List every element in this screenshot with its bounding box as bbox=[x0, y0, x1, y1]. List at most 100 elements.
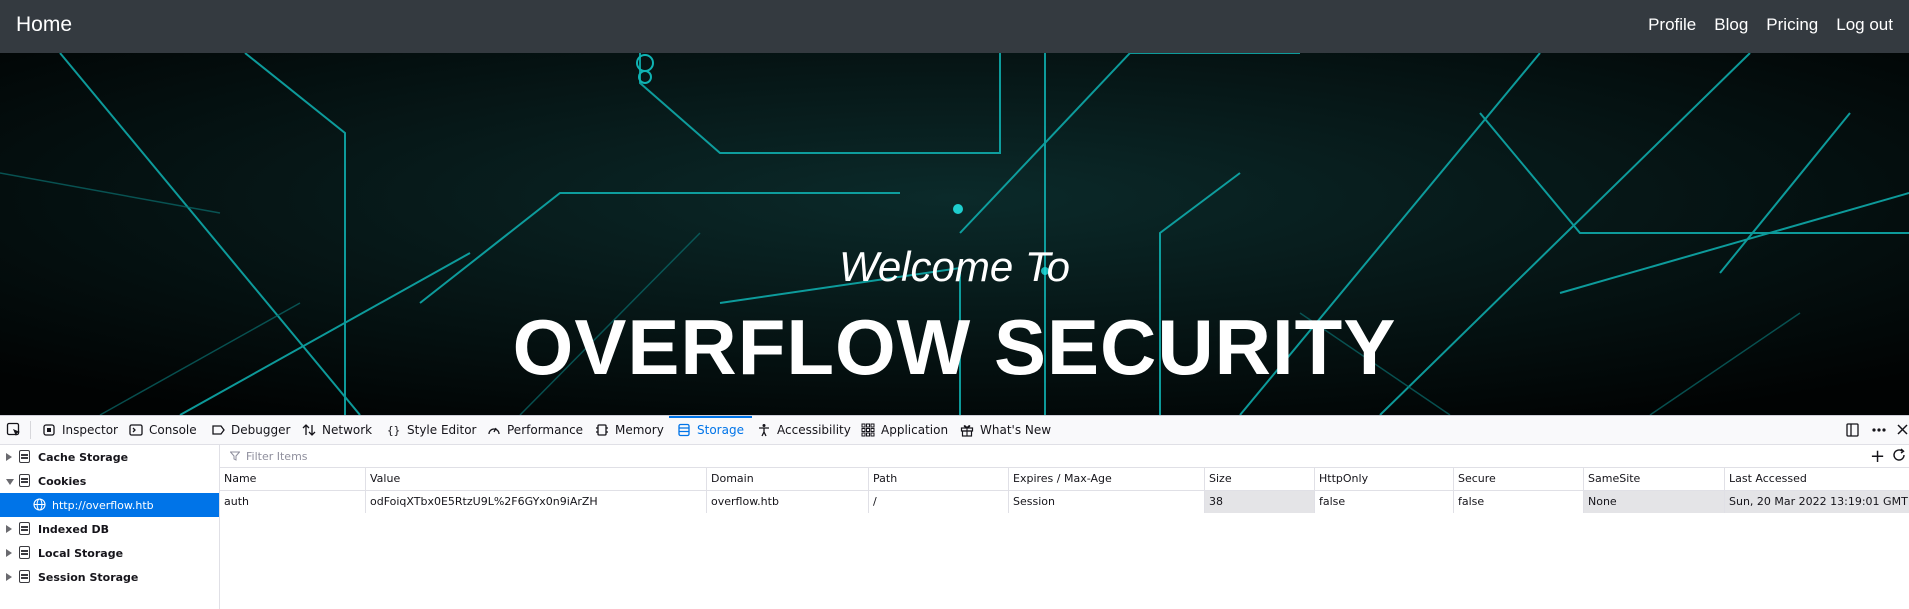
performance-icon bbox=[488, 427, 500, 435]
storage-icon bbox=[678, 423, 690, 437]
toolbar-separator bbox=[30, 421, 31, 439]
tab-label: Debugger bbox=[231, 423, 291, 437]
nav-link-blog[interactable]: Blog bbox=[1714, 15, 1748, 35]
tab-network[interactable]: Network bbox=[302, 416, 372, 444]
cell-secure[interactable]: false bbox=[1454, 491, 1584, 513]
cookie-table-header: Name Value Domain Path Expires / Max-Age… bbox=[220, 468, 1909, 491]
debugger-icon bbox=[212, 425, 225, 435]
storage-db-icon bbox=[19, 546, 30, 559]
tab-inspector[interactable]: Inspector bbox=[42, 416, 118, 444]
hero-banner: Welcome To OVERFLOW SECURITY bbox=[0, 53, 1909, 415]
tree-item-label: Cookies bbox=[38, 474, 87, 488]
tree-item-label: Local Storage bbox=[38, 546, 124, 560]
column-header-value[interactable]: Value bbox=[366, 468, 707, 490]
tab-application[interactable]: Application bbox=[861, 416, 948, 444]
tab-label: What's New bbox=[980, 423, 1052, 437]
nav-link-profile[interactable]: Profile bbox=[1648, 15, 1696, 35]
expand-arrow-icon[interactable] bbox=[6, 453, 12, 461]
tab-label: Performance bbox=[507, 423, 584, 437]
collapse-arrow-icon[interactable] bbox=[6, 479, 14, 485]
tab-label: Application bbox=[881, 423, 949, 437]
tab-label: Accessibility bbox=[777, 423, 851, 437]
tab-whats-new[interactable]: What's New bbox=[960, 416, 1051, 444]
style-editor-icon: {} bbox=[387, 424, 400, 437]
tree-item-local-storage[interactable]: Local Storage bbox=[0, 541, 219, 565]
tree-item-session-storage[interactable]: Session Storage bbox=[0, 565, 219, 589]
tree-item-indexed-db[interactable]: Indexed DB bbox=[0, 517, 219, 541]
tab-debugger[interactable]: Debugger bbox=[211, 416, 290, 444]
column-header-secure[interactable]: Secure bbox=[1454, 468, 1584, 490]
tab-accessibility[interactable]: Accessibility bbox=[757, 416, 851, 444]
column-header-expires[interactable]: Expires / Max-Age bbox=[1009, 468, 1205, 490]
column-header-samesite[interactable]: SameSite bbox=[1584, 468, 1725, 490]
tab-storage[interactable]: Storage bbox=[669, 416, 752, 444]
svg-text:{}: {} bbox=[387, 424, 400, 437]
tab-label: Memory bbox=[615, 423, 664, 437]
cell-expires[interactable]: Session bbox=[1009, 491, 1205, 513]
tab-console[interactable]: Console bbox=[129, 416, 197, 444]
application-icon bbox=[861, 423, 875, 437]
add-item-icon[interactable]: + bbox=[1870, 446, 1885, 467]
tab-label: Storage bbox=[697, 423, 744, 437]
storage-tree: Cache Storage Cookies http://overflow.ht… bbox=[0, 445, 220, 609]
expand-arrow-icon[interactable] bbox=[6, 525, 12, 533]
filter-icon bbox=[230, 451, 240, 461]
cell-name[interactable]: auth bbox=[220, 491, 366, 513]
column-header-httponly[interactable]: HttpOnly bbox=[1315, 468, 1454, 490]
hero-title: OVERFLOW SECURITY bbox=[512, 303, 1397, 391]
tree-item-overflow-htb[interactable]: http://overflow.htb bbox=[0, 493, 219, 517]
table-row[interactable]: auth odFoiqXTbx0E5RtzU9L%2F6GYx0n9iArZH … bbox=[220, 491, 1909, 513]
dock-side-icon[interactable] bbox=[1845, 421, 1861, 439]
inspector-icon bbox=[43, 424, 55, 436]
column-header-domain[interactable]: Domain bbox=[707, 468, 869, 490]
nav-link-logout[interactable]: Log out bbox=[1836, 15, 1893, 35]
storage-db-icon bbox=[19, 570, 30, 583]
cell-httponly[interactable]: false bbox=[1315, 491, 1454, 513]
element-picker-icon[interactable] bbox=[6, 422, 22, 438]
tree-item-label: http://overflow.htb bbox=[52, 498, 154, 512]
devtools-panel: Inspector Console Debugger Network {} St… bbox=[0, 415, 1909, 609]
console-icon bbox=[129, 424, 143, 436]
filter-items-input[interactable] bbox=[244, 447, 1648, 465]
expand-arrow-icon[interactable] bbox=[6, 573, 12, 581]
cell-samesite[interactable]: None bbox=[1584, 491, 1725, 513]
gift-icon bbox=[960, 425, 974, 437]
cell-value[interactable]: odFoiqXTbx0E5RtzU9L%2F6GYx0n9iArZH bbox=[366, 491, 707, 513]
nav-links: Profile Blog Pricing Log out bbox=[1630, 15, 1893, 35]
column-header-name[interactable]: Name bbox=[220, 468, 366, 490]
top-navbar: Home Profile Blog Pricing Log out bbox=[0, 0, 1909, 53]
tab-label: Inspector bbox=[62, 423, 118, 437]
home-link[interactable]: Home bbox=[16, 13, 72, 37]
tab-style-editor[interactable]: {} Style Editor bbox=[387, 416, 476, 444]
tab-memory[interactable]: Memory bbox=[595, 416, 664, 444]
globe-icon bbox=[33, 498, 46, 511]
tree-item-label: Cache Storage bbox=[38, 450, 129, 464]
expand-arrow-icon[interactable] bbox=[6, 549, 12, 557]
tree-item-cookies[interactable]: Cookies bbox=[0, 469, 219, 493]
hero-subtitle: Welcome To bbox=[838, 243, 1071, 290]
filter-bar: + bbox=[220, 445, 1909, 468]
more-options-icon[interactable] bbox=[1871, 421, 1887, 439]
column-header-last-accessed[interactable]: Last Accessed bbox=[1725, 468, 1909, 490]
tab-performance[interactable]: Performance bbox=[487, 416, 583, 444]
cell-path[interactable]: / bbox=[869, 491, 1009, 513]
column-header-path[interactable]: Path bbox=[869, 468, 1009, 490]
cell-last-accessed[interactable]: Sun, 20 Mar 2022 13:19:01 GMT bbox=[1725, 491, 1909, 513]
tab-label: Network bbox=[322, 423, 373, 437]
storage-db-icon bbox=[19, 522, 30, 535]
tab-label: Style Editor bbox=[407, 423, 477, 437]
tree-item-label: Session Storage bbox=[38, 570, 139, 584]
close-devtools-icon[interactable] bbox=[1895, 421, 1909, 439]
column-header-size[interactable]: Size bbox=[1205, 468, 1315, 490]
devtools-toolbar: Inspector Console Debugger Network {} St… bbox=[0, 416, 1909, 445]
tab-label: Console bbox=[149, 423, 197, 437]
cell-size[interactable]: 38 bbox=[1205, 491, 1315, 513]
accessibility-icon bbox=[759, 424, 769, 437]
nav-link-pricing[interactable]: Pricing bbox=[1766, 15, 1818, 35]
cell-domain[interactable]: overflow.htb bbox=[707, 491, 869, 513]
tree-item-label: Indexed DB bbox=[38, 522, 110, 536]
refresh-icon[interactable] bbox=[1892, 448, 1906, 462]
network-icon bbox=[302, 424, 316, 436]
storage-db-icon bbox=[19, 450, 30, 463]
tree-item-cache-storage[interactable]: Cache Storage bbox=[0, 445, 219, 469]
